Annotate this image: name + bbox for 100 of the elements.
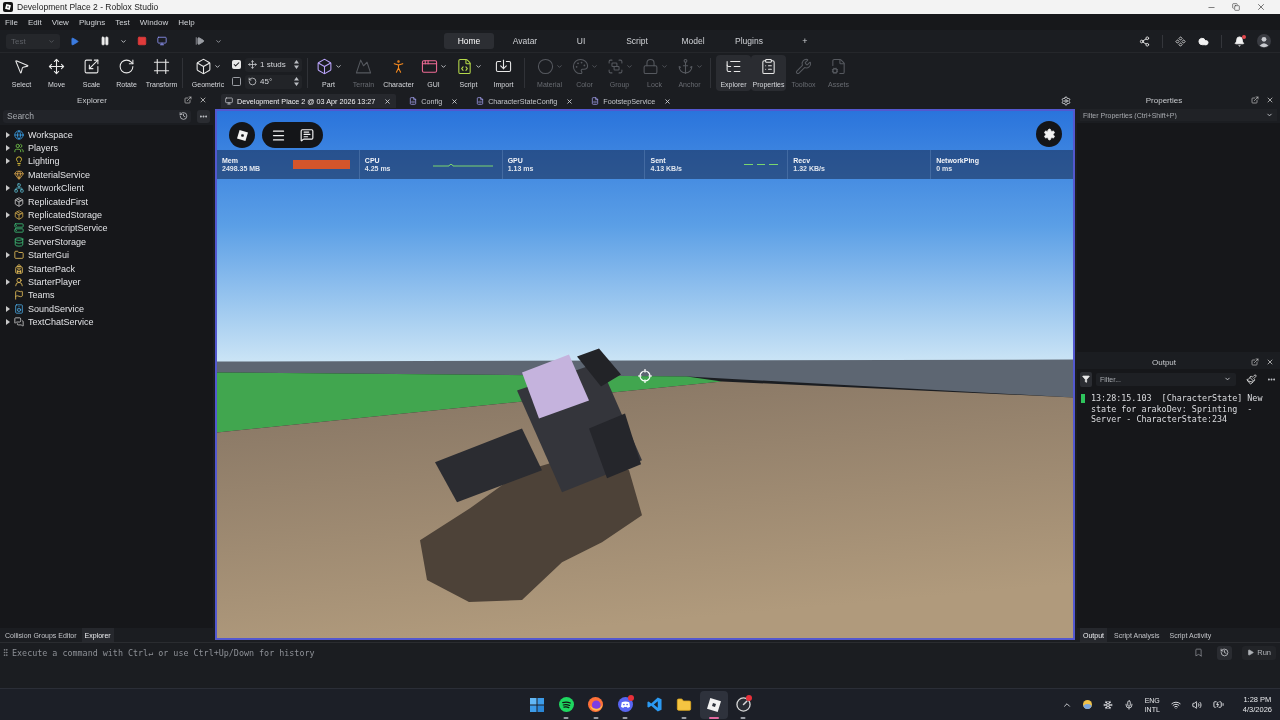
menu-item[interactable]: Help [173, 14, 200, 30]
package-icon [14, 196, 24, 207]
package-icon [14, 210, 24, 221]
tree-item[interactable]: ReplicatedStorage [0, 208, 213, 222]
panel-title: Output [1152, 357, 1176, 367]
checkbox[interactable] [232, 77, 241, 86]
close-icon[interactable] [384, 97, 392, 105]
search-field[interactable]: Search [3, 109, 191, 123]
command-input[interactable]: Execute a command with Ctrl↵ or use Ctrl+Up/Down for history [12, 645, 1193, 660]
history-icon[interactable] [179, 111, 188, 121]
tree-item[interactable]: StarterPlayer [0, 275, 213, 289]
ribbon-tab[interactable]: Home [444, 33, 494, 49]
menu-item[interactable]: Window [134, 14, 174, 30]
expand-arrow-icon[interactable] [6, 212, 10, 219]
undock-icon[interactable] [1251, 96, 1259, 104]
group-icon [606, 58, 624, 75]
expand-arrow-icon[interactable] [6, 131, 10, 138]
filter-button[interactable] [1080, 371, 1092, 387]
taskbar-app-button[interactable] [699, 690, 728, 719]
settings-icon[interactable] [1061, 96, 1071, 106]
share-icon[interactable] [1139, 35, 1150, 47]
bookmark-icon[interactable] [1194, 648, 1204, 657]
add-tab-button[interactable]: + [780, 33, 830, 49]
close-icon[interactable] [566, 97, 574, 105]
battery-icon[interactable] [1212, 699, 1224, 710]
close-icon[interactable] [1256, 2, 1266, 12]
menu-item[interactable]: Edit [22, 14, 47, 30]
tree-item[interactable]: StarterGui [0, 248, 213, 262]
tree-item[interactable]: MaterialService [0, 168, 213, 182]
undock-icon[interactable] [1251, 358, 1259, 366]
expand-arrow-icon[interactable] [6, 305, 10, 312]
cube-icon [315, 58, 333, 75]
spinner-arrows-icon[interactable] [294, 60, 299, 69]
pause-icon[interactable] [100, 36, 110, 46]
tree-item[interactable]: Lighting [0, 154, 213, 169]
orb-icon[interactable] [1082, 700, 1092, 709]
close-icon[interactable] [451, 97, 459, 105]
cloud-icon[interactable] [1198, 35, 1209, 47]
palette-icon [571, 58, 589, 75]
expand-arrow-icon[interactable] [6, 279, 10, 285]
script-file-icon [591, 97, 600, 105]
ribbon-tab[interactable]: Plugins [724, 33, 774, 49]
expand-arrow-icon[interactable] [6, 158, 10, 165]
caret-icon[interactable] [1224, 375, 1231, 383]
chat-icon[interactable] [300, 128, 314, 142]
bell-icon[interactable] [1234, 35, 1245, 47]
volume-icon[interactable] [1191, 699, 1202, 710]
tree-item[interactable]: Teams [0, 288, 213, 303]
monitor-icon[interactable] [157, 36, 167, 46]
tree-item[interactable]: TextChatService [0, 315, 213, 329]
expand-arrow-icon[interactable] [6, 319, 10, 326]
menu-item[interactable]: Plugins [73, 14, 111, 30]
more-button[interactable] [197, 109, 210, 123]
spinner-arrows-icon[interactable] [294, 77, 299, 86]
expand-arrow-icon[interactable] [6, 185, 10, 192]
grip-icon[interactable] [1, 648, 10, 657]
tree-item[interactable]: NetworkClient [0, 181, 213, 195]
tree-item[interactable]: Players [0, 141, 213, 155]
smiling-controller-icon [617, 697, 633, 712]
close-icon[interactable] [199, 96, 207, 104]
ribbon-tab[interactable]: UI [556, 33, 606, 49]
close-icon[interactable] [1266, 358, 1274, 366]
brush-icon[interactable] [1246, 373, 1257, 385]
crosshair-icon [638, 369, 652, 383]
close-icon[interactable] [1266, 96, 1274, 104]
snowflake-icon[interactable] [1102, 699, 1113, 710]
history-button[interactable] [1217, 645, 1233, 660]
tree-item[interactable]: ServerStorage [0, 235, 213, 249]
caret-icon[interactable] [120, 37, 127, 45]
restore-icon[interactable] [1232, 3, 1240, 11]
script-file-icon [409, 97, 418, 105]
step-forward-icon[interactable] [195, 36, 205, 46]
ribbon-tab[interactable]: Avatar [500, 33, 550, 49]
tree-item[interactable]: StarterPack [0, 261, 213, 276]
play-icon[interactable] [70, 36, 79, 46]
expand-arrow-icon[interactable] [6, 145, 10, 152]
microphone-icon[interactable] [1123, 699, 1134, 710]
stop-icon[interactable] [137, 36, 147, 46]
caret-icon[interactable] [1266, 111, 1273, 119]
wifi-icon[interactable] [1170, 699, 1181, 710]
undock-icon[interactable] [184, 96, 192, 104]
close-icon[interactable] [664, 97, 672, 105]
menu-item[interactable]: View [46, 14, 74, 30]
caret-icon[interactable] [215, 37, 222, 45]
tree-item[interactable]: ReplicatedFirst [0, 194, 213, 209]
avatar-icon[interactable] [1257, 34, 1271, 48]
tree-item[interactable]: SoundService [0, 302, 213, 316]
caret-icon [48, 37, 55, 45]
ribbon-tab[interactable]: Model [668, 33, 718, 49]
ribbon-tab[interactable]: Script [612, 33, 662, 49]
tree-item[interactable]: Workspace [0, 128, 213, 142]
expand-arrow-icon[interactable] [6, 252, 10, 259]
server-icon [14, 223, 24, 234]
menu-icon[interactable] [271, 127, 286, 143]
snap-increment-field[interactable]: 1 studs [245, 57, 302, 72]
diamonds-icon[interactable] [1175, 35, 1186, 47]
tree-item[interactable]: ServerScriptService [0, 221, 213, 236]
menu-item[interactable]: Test [110, 14, 135, 30]
menu-item[interactable]: File [0, 14, 23, 30]
snap-increment-field[interactable]: 45° [245, 74, 302, 89]
